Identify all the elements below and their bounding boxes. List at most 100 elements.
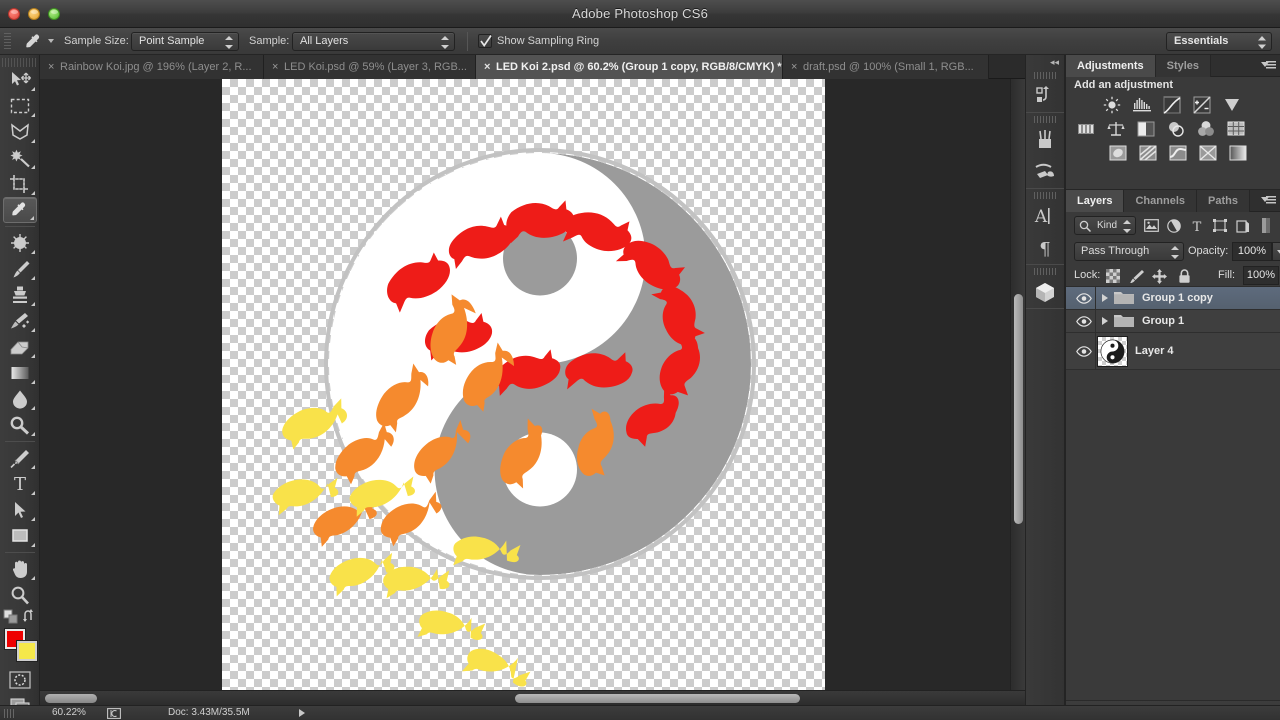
panel-menu-icon[interactable] — [1261, 195, 1276, 207]
lasso-tool[interactable] — [3, 119, 37, 145]
document-tab-1[interactable]: × LED Koi.psd @ 59% (Layer 3, RGB... — [264, 55, 476, 79]
horizontal-scroll-thumb[interactable] — [515, 694, 800, 703]
tab-paths[interactable]: Paths — [1197, 190, 1250, 212]
play-arrow-icon[interactable] — [299, 709, 305, 717]
pen-tool[interactable] — [3, 445, 37, 471]
smart-object-filter-icon[interactable] — [1234, 217, 1252, 234]
brush-presets-icon[interactable] — [1026, 124, 1064, 156]
brightness-contrast-icon[interactable] — [1100, 95, 1124, 115]
tool-flyout-icon[interactable] — [31, 354, 35, 358]
document-tab-2[interactable]: × LED Koi 2.psd @ 60.2% (Group 1 copy, R… — [476, 55, 783, 79]
layer-visibility-icon[interactable] — [1074, 310, 1094, 332]
tool-flyout-icon[interactable] — [31, 328, 35, 332]
lock-transparent-pixels-icon[interactable] — [1105, 268, 1121, 284]
posterize-icon[interactable] — [1136, 143, 1160, 163]
tool-flyout-icon[interactable] — [31, 432, 35, 436]
dock-group-grip[interactable] — [1034, 116, 1056, 123]
rectangular-marquee-tool[interactable] — [3, 93, 37, 119]
tool-flyout-icon[interactable] — [31, 517, 35, 521]
tab-styles[interactable]: Styles — [1155, 55, 1212, 77]
filter-toggle-icon[interactable] — [1257, 217, 1275, 234]
tab-channels[interactable]: Channels — [1124, 190, 1197, 212]
tool-flyout-icon[interactable] — [31, 465, 35, 469]
panel-menu-icon[interactable] — [1261, 60, 1276, 72]
tool-flyout-icon[interactable] — [31, 113, 35, 117]
background-color-swatch[interactable] — [17, 641, 37, 661]
color-lookup-icon[interactable] — [1224, 119, 1248, 139]
tab-adjustments[interactable]: Adjustments — [1066, 55, 1156, 77]
character-icon[interactable]: A — [1026, 200, 1064, 232]
tool-flyout-icon[interactable] — [31, 165, 35, 169]
selective-color-icon[interactable] — [1226, 143, 1250, 163]
adjustment-filter-icon[interactable] — [1165, 217, 1183, 234]
brush-tool[interactable] — [3, 256, 37, 282]
color-swatches[interactable] — [3, 629, 37, 663]
status-bar-grip[interactable] — [4, 709, 15, 718]
gradient-tool[interactable] — [3, 360, 37, 386]
layer-name[interactable]: Group 1 — [1142, 310, 1184, 332]
shape-filter-icon[interactable] — [1211, 217, 1229, 234]
tools-panel-grip[interactable] — [2, 58, 38, 67]
tab-close-icon[interactable]: × — [791, 55, 797, 79]
type-tool[interactable]: T — [3, 471, 37, 497]
layer-visibility-icon[interactable] — [1074, 333, 1094, 369]
tool-flyout-icon[interactable] — [31, 491, 35, 495]
tool-flyout-icon[interactable] — [31, 302, 35, 306]
tool-preset-chevron-icon[interactable] — [48, 39, 54, 43]
photo-filter-icon[interactable] — [1164, 119, 1188, 139]
blend-mode-select[interactable]: Pass Through — [1074, 242, 1184, 261]
tool-flyout-icon[interactable] — [31, 87, 35, 91]
canvas-vertical-scrollbar[interactable] — [1010, 79, 1025, 705]
crop-tool[interactable] — [3, 171, 37, 197]
collapse-panels-icon[interactable]: ◂◂ — [1050, 57, 1059, 68]
zoom-level[interactable]: 60.22% — [52, 707, 86, 718]
tool-flyout-icon[interactable] — [31, 576, 35, 580]
type-filter-icon[interactable]: T — [1188, 217, 1206, 234]
history-brush-tool[interactable] — [3, 308, 37, 334]
threshold-icon[interactable] — [1166, 143, 1190, 163]
document-tab-0[interactable]: × Rainbow Koi.jpg @ 196% (Layer 2, R... — [40, 55, 264, 79]
eyedropper-tool[interactable] — [3, 197, 37, 223]
eyedropper-icon[interactable] — [20, 31, 48, 52]
horizontal-scroll-thumb-left[interactable] — [45, 694, 97, 703]
blur-tool[interactable] — [3, 386, 37, 412]
magic-wand-tool[interactable] — [3, 145, 37, 171]
channel-mixer-icon[interactable] — [1194, 119, 1218, 139]
show-sampling-ring-checkbox[interactable] — [478, 34, 492, 48]
tool-flyout-icon[interactable] — [31, 380, 35, 384]
document-tab-3[interactable]: × draft.psd @ 100% (Small 1, RGB... — [783, 55, 989, 79]
layer-row-group-1-copy[interactable]: Group 1 copy — [1066, 287, 1280, 310]
lock-position-icon[interactable] — [1151, 268, 1167, 284]
group-expand-chevron-icon[interactable] — [1102, 294, 1108, 302]
layer-row-layer-4[interactable]: Layer 4 — [1066, 333, 1280, 370]
sample-size-select[interactable]: Point Sample — [131, 32, 239, 51]
pixel-filter-icon[interactable] — [1142, 217, 1160, 234]
tab-close-icon[interactable]: × — [48, 55, 54, 79]
tool-flyout-icon[interactable] — [31, 191, 35, 195]
black-white-icon[interactable] — [1134, 119, 1158, 139]
tool-flyout-icon[interactable] — [31, 139, 35, 143]
dock-group-grip[interactable] — [1034, 72, 1056, 79]
spot-healing-brush-tool[interactable] — [3, 230, 37, 256]
dock-group-grip[interactable] — [1034, 192, 1056, 199]
document-canvas-area[interactable] — [40, 79, 1025, 705]
tab-close-icon[interactable]: × — [484, 55, 490, 79]
fill-field[interactable]: 100% — [1243, 266, 1279, 285]
lock-image-pixels-icon[interactable] — [1128, 268, 1144, 284]
gradient-map-icon[interactable] — [1196, 143, 1220, 163]
dock-group-grip[interactable] — [1034, 268, 1056, 275]
tool-flyout-icon[interactable] — [30, 216, 34, 220]
preview-icon[interactable] — [107, 708, 121, 720]
curves-icon[interactable] — [1160, 95, 1184, 115]
history-icon[interactable] — [1026, 80, 1064, 112]
group-expand-chevron-icon[interactable] — [1102, 317, 1108, 325]
opacity-stepper[interactable] — [1272, 242, 1280, 261]
move-tool[interactable] — [3, 67, 37, 93]
tool-flyout-icon[interactable] — [31, 276, 35, 280]
invert-icon[interactable] — [1106, 143, 1130, 163]
layer-row-group-1[interactable]: Group 1 — [1066, 310, 1280, 333]
layer-name[interactable]: Layer 4 — [1135, 333, 1174, 369]
clone-stamp-tool[interactable] — [3, 282, 37, 308]
tab-close-icon[interactable]: × — [272, 55, 278, 79]
quick-mask-mode-icon[interactable] — [3, 667, 37, 693]
